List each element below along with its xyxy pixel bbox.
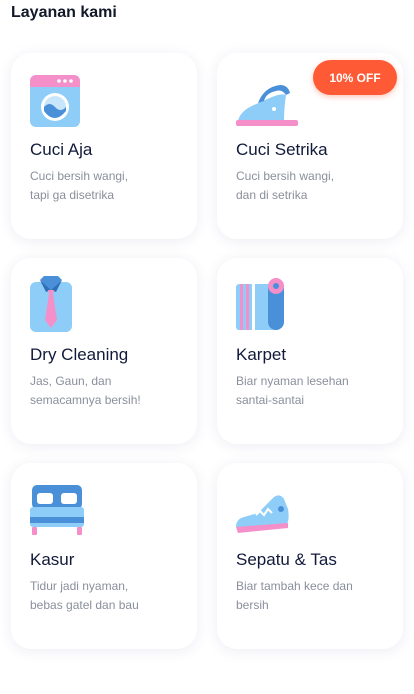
service-title: Karpet — [236, 345, 287, 364]
service-card-cuci-aja[interactable]: Cuci Aja Cuci bersih wangi, tapi ga dise… — [11, 53, 197, 239]
carpet-icon — [236, 278, 284, 330]
discount-badge: 10% OFF — [313, 60, 397, 95]
service-title: Cuci Setrika — [236, 140, 328, 159]
service-description: Jas, Gaun, dan semacamnya bersih! — [30, 374, 141, 407]
sneaker-icon — [236, 495, 289, 533]
section-title: Layanan kami — [11, 4, 117, 21]
service-card-karpet[interactable]: Karpet Biar nyaman lesehan santai-santai — [217, 258, 403, 444]
service-card-kasur[interactable]: Kasur Tidur jadi nyaman, bebas gatel dan… — [11, 463, 197, 649]
service-description: Cuci bersih wangi, dan di setrika — [236, 169, 335, 202]
washing-machine-icon — [30, 75, 80, 127]
service-title: Cuci Aja — [30, 140, 93, 159]
services-page: Layanan kami Cuci Aja Cuci bersih wangi,… — [0, 0, 414, 694]
service-description: Biar tambah kece dan bersih — [236, 579, 353, 612]
service-description: Cuci bersih wangi, tapi ga disetrika — [30, 169, 129, 202]
iron-icon — [236, 85, 298, 126]
bed-icon — [30, 485, 84, 535]
service-title: Kasur — [30, 550, 75, 569]
service-title: Sepatu & Tas — [236, 550, 337, 569]
service-description: Biar nyaman lesehan santai-santai — [236, 374, 349, 407]
service-card-sepatu-tas[interactable]: Sepatu & Tas Biar tambah kece dan bersih — [217, 463, 403, 649]
service-description: Tidur jadi nyaman, bebas gatel dan bau — [30, 579, 139, 612]
service-card-dry-cleaning[interactable]: Dry Cleaning Jas, Gaun, dan semacamnya b… — [11, 258, 197, 444]
service-title: Dry Cleaning — [30, 345, 129, 364]
shirt-tie-icon — [30, 276, 72, 332]
